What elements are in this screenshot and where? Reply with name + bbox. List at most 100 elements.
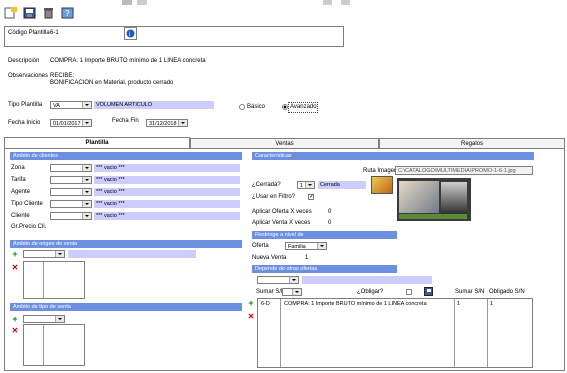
remove-origen-icon[interactable]: ✕ bbox=[11, 264, 19, 272]
chevron-down-icon[interactable] bbox=[317, 243, 326, 249]
basico-radio[interactable] bbox=[239, 104, 245, 110]
fecha-fin-label: Fecha Fin bbox=[112, 118, 139, 124]
chevron-down-icon[interactable] bbox=[82, 213, 91, 219]
agente-select[interactable] bbox=[50, 188, 92, 196]
info-icon[interactable]: i bbox=[124, 27, 137, 40]
fecha-fin-input[interactable]: 31/12/2018 bbox=[146, 119, 188, 127]
nueva-venta-label: Nueva Venta bbox=[252, 255, 287, 261]
filtro-label: ¿Usar en Filtro? bbox=[252, 194, 296, 200]
ambito-tipo-header: Ambito de tipo de venta bbox=[10, 303, 242, 311]
window-icon-2[interactable] bbox=[341, 0, 350, 5]
tipo-select[interactable] bbox=[23, 315, 65, 323]
tab-plantilla[interactable]: Plantilla bbox=[4, 137, 190, 148]
origen-list-divider bbox=[43, 262, 44, 298]
ruta-imagen-label: Ruta Imagen bbox=[363, 168, 398, 174]
cerrada-label: ¿Cerrada? bbox=[252, 182, 281, 188]
cerrada-text: Cerrada bbox=[318, 181, 366, 189]
oferta-value: Familia bbox=[288, 244, 306, 250]
grid-divider-1 bbox=[280, 299, 281, 367]
observaciones-line1[interactable]: RECIBE: bbox=[50, 73, 74, 79]
col-sumar-header: Sumar S/N bbox=[455, 289, 485, 295]
add-depende-icon[interactable]: + bbox=[247, 299, 255, 308]
oferta-select[interactable]: Familia bbox=[285, 242, 327, 250]
basico-label: Básico bbox=[247, 104, 266, 110]
tarifa-select[interactable] bbox=[50, 176, 92, 184]
chevron-down-icon[interactable] bbox=[82, 165, 91, 171]
promo-image-part-a bbox=[399, 181, 439, 213]
save-row-icon[interactable] bbox=[424, 287, 433, 296]
depende-row-desc: COMPRA: 1 Importe BRUTO mínimo de 1 LINE… bbox=[284, 301, 427, 307]
svg-text:i: i bbox=[129, 32, 130, 38]
print-icon[interactable] bbox=[137, 0, 147, 5]
add-tipo-icon[interactable]: + bbox=[11, 315, 19, 324]
add-origen-icon[interactable]: + bbox=[11, 250, 19, 259]
fecha-inicio-input[interactable]: 01/01/2017 bbox=[50, 119, 92, 127]
filtro-checkbox[interactable]: ✓ bbox=[308, 194, 314, 200]
chevron-down-icon[interactable] bbox=[55, 316, 64, 322]
origen-value-field bbox=[68, 250, 196, 258]
ruta-imagen-input[interactable]: C:\CATALOGO\MULTIMEDIA\PROMO-1-6-1.jpg bbox=[395, 166, 533, 175]
tipo-plantilla-select[interactable]: VA bbox=[50, 101, 92, 109]
remove-depende-icon[interactable]: ✕ bbox=[247, 313, 255, 321]
obligar-label: ¿Obligar? bbox=[357, 289, 384, 295]
new-icon[interactable] bbox=[4, 7, 17, 19]
zona-select[interactable] bbox=[50, 164, 92, 172]
sumar-select[interactable] bbox=[282, 288, 302, 296]
cerrada-select[interactable]: 1 bbox=[297, 181, 315, 189]
codigo-value[interactable]: 6-1 bbox=[50, 30, 59, 36]
delete-icon[interactable] bbox=[42, 7, 55, 19]
window-icon[interactable] bbox=[323, 0, 332, 5]
oferta-label: Oferta bbox=[252, 243, 269, 249]
cliente-select[interactable] bbox=[50, 212, 92, 220]
cerrada-value: 1 bbox=[300, 183, 304, 189]
observaciones-line2[interactable]: BONIFICACION en Material, producto cerra… bbox=[50, 80, 173, 86]
ambito-origen-header: Ambito de origen de venta bbox=[10, 240, 242, 248]
nueva-venta-value[interactable]: 1 bbox=[305, 255, 308, 261]
depende-select[interactable] bbox=[257, 276, 299, 284]
chevron-down-icon[interactable] bbox=[289, 277, 298, 283]
depende-row-obligado: 1 bbox=[490, 301, 494, 307]
col-obligado-header: Obligado S/N bbox=[489, 289, 525, 295]
tab-regalos[interactable]: Regalos bbox=[379, 138, 565, 148]
depende-row-code: 6-D bbox=[261, 301, 270, 307]
depende-grid[interactable]: 6-D COMPRA: 1 Importe BRUTO mínimo de 1 … bbox=[257, 298, 533, 368]
chevron-down-icon[interactable] bbox=[55, 251, 64, 257]
help-icon[interactable]: ? bbox=[61, 7, 74, 19]
chevron-down-icon[interactable] bbox=[292, 289, 301, 295]
ruta-imagen-value: C:\CATALOGO\MULTIMEDIA\PROMO-1-6-1.jpg bbox=[398, 168, 516, 174]
chevron-down-icon[interactable] bbox=[82, 102, 91, 108]
tab-ventas[interactable]: Ventas bbox=[190, 138, 379, 148]
fecha-inicio-value: 01/01/2017 bbox=[53, 121, 81, 127]
codigo-label: Código Plantilla bbox=[8, 30, 50, 36]
depende-desc-field bbox=[302, 276, 432, 284]
chevron-down-icon[interactable] bbox=[305, 182, 314, 188]
chevron-down-icon[interactable] bbox=[82, 201, 91, 207]
aplicar-venta-label: Aplicar Venta X veces bbox=[252, 220, 311, 226]
save-row-icon-label bbox=[427, 289, 431, 292]
tipo-cliente-label: Tipo Cliente bbox=[11, 201, 43, 207]
descripcion-value[interactable]: COMPRA: 1 Importe BRUTO mínimo de 1 LINE… bbox=[50, 58, 206, 64]
origen-list[interactable] bbox=[23, 261, 85, 299]
tipo-list[interactable] bbox=[23, 324, 85, 366]
origen-select[interactable] bbox=[23, 250, 65, 258]
chevron-down-icon[interactable] bbox=[82, 189, 91, 195]
depende-header: Depende de otras ofertas bbox=[252, 265, 397, 273]
tipo-plantilla-label: Tipo Plantilla bbox=[8, 102, 43, 108]
calendar-dropdown-icon[interactable] bbox=[178, 120, 187, 126]
save-icon[interactable] bbox=[23, 7, 36, 19]
tipo-cliente-select[interactable] bbox=[50, 200, 92, 208]
zona-label: Zona bbox=[11, 165, 25, 171]
tipo-list-divider bbox=[43, 325, 44, 365]
promo-image-part-c bbox=[399, 214, 467, 219]
remove-tipo-icon[interactable]: ✕ bbox=[11, 327, 19, 335]
chevron-down-icon[interactable] bbox=[82, 177, 91, 183]
aplicar-venta-value[interactable]: 0 bbox=[328, 220, 331, 226]
search-icon[interactable] bbox=[122, 0, 132, 5]
tarifa-label: Tarifa bbox=[11, 177, 26, 183]
obligar-checkbox[interactable] bbox=[406, 289, 412, 295]
depende-row-sumar: 1 bbox=[457, 301, 461, 307]
calendar-dropdown-icon[interactable] bbox=[82, 120, 91, 126]
aplicar-oferta-value[interactable]: 0 bbox=[328, 209, 331, 215]
restringe-header: Restringe a nivel de bbox=[252, 231, 397, 239]
tipo-plantilla-desc: VOLUMEN ARTICULO bbox=[94, 101, 214, 109]
